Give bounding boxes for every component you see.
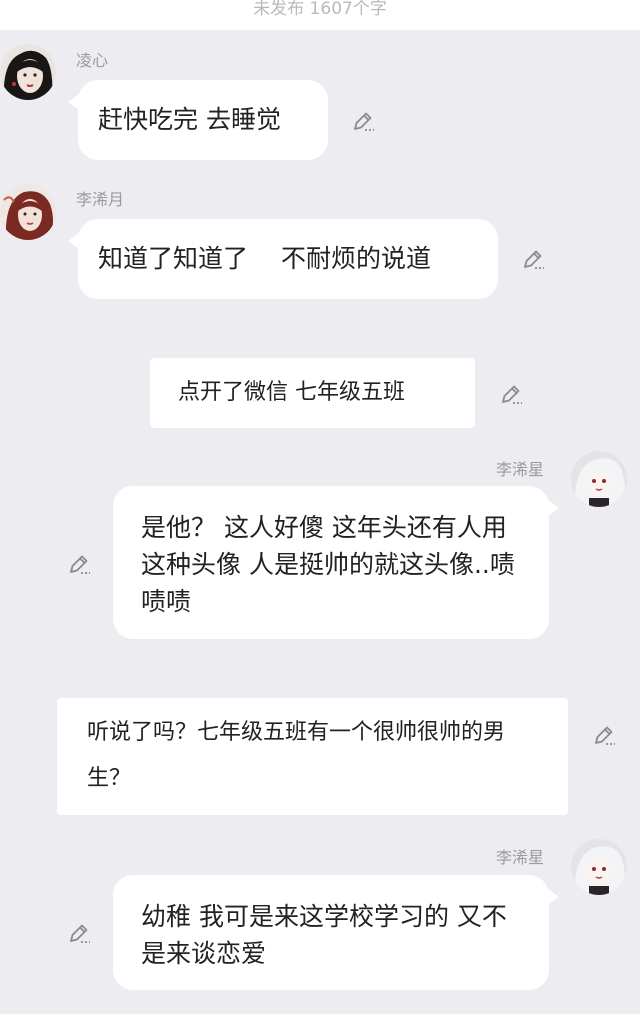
edit-pencil-icon[interactable]	[520, 246, 546, 272]
avatar-lixiyue[interactable]	[0, 184, 56, 240]
speaker-name: 李浠星	[496, 848, 545, 867]
word-count-status: 未发布 1607个字	[253, 0, 387, 19]
message-bubble[interactable]: 知道了知道了 不耐烦的说道	[68, 219, 498, 299]
edit-pencil-icon[interactable]	[66, 920, 92, 946]
edit-pencil-icon[interactable]	[498, 381, 524, 407]
message-text: 赶快吃完 去睡觉	[98, 105, 281, 134]
avatar-lixixing[interactable]	[571, 451, 627, 507]
speaker-name: 凌心	[76, 51, 109, 70]
edit-pencil-icon[interactable]	[66, 551, 92, 577]
narration-box[interactable]: 听说了吗？七年级五班有一个很帅很帅的男生？	[57, 698, 568, 815]
edit-pencil-icon[interactable]	[350, 108, 376, 134]
avatar-lixixing[interactable]	[571, 839, 627, 895]
narration-text: 听说了吗？七年级五班有一个很帅很帅的男生？	[87, 720, 506, 791]
narration-text: 点开了微信 七年级五班	[178, 380, 405, 405]
narration-box[interactable]: 点开了微信 七年级五班	[150, 358, 475, 428]
message-text: 幼稚 我可是来这学校学习的 又不是来谈恋爱	[141, 902, 507, 968]
avatar-lingxin[interactable]	[0, 44, 56, 100]
message-bubble[interactable]: 幼稚 我可是来这学校学习的 又不是来谈恋爱	[113, 875, 559, 990]
message-bubble[interactable]: 赶快吃完 去睡觉	[68, 80, 328, 160]
message-text: 知道了知道了 不耐烦的说道	[98, 244, 431, 273]
speaker-name: 李浠月	[76, 190, 125, 209]
speaker-name: 李浠星	[496, 460, 545, 479]
top-status-bar: 未发布 1607个字	[0, 0, 640, 30]
message-text: 是他？ 这人好傻 这年头还有人用这种头像 人是挺帅的就这头像..啧啧啧	[141, 513, 515, 616]
edit-pencil-icon[interactable]	[591, 722, 617, 748]
message-bubble[interactable]: 是他？ 这人好傻 这年头还有人用这种头像 人是挺帅的就这头像..啧啧啧	[113, 486, 559, 639]
